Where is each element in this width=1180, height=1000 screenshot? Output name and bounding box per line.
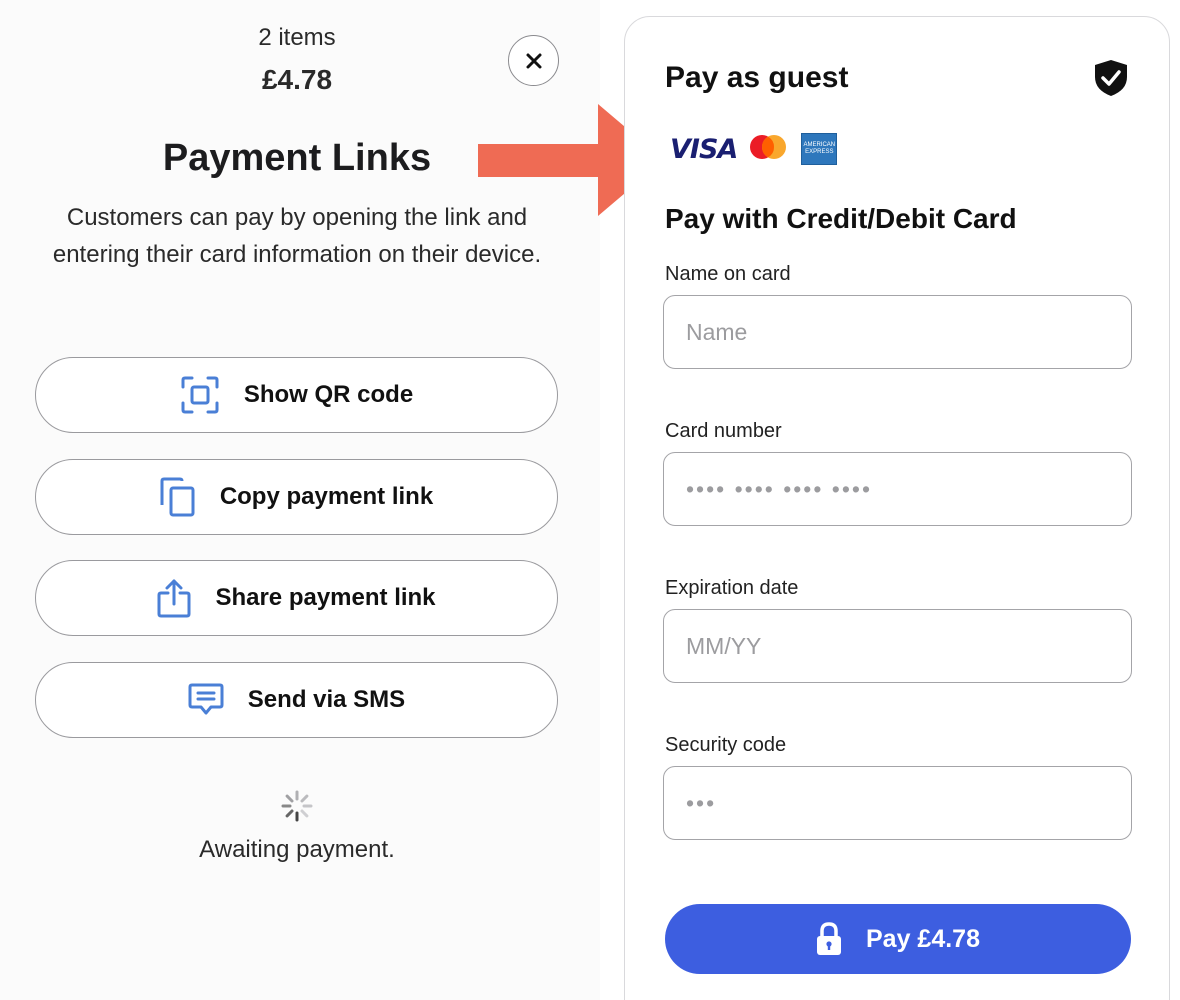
card-title: Pay as guest bbox=[665, 61, 849, 94]
expiration-date-input[interactable] bbox=[663, 609, 1132, 683]
send-via-sms-button[interactable]: Send via SMS bbox=[35, 662, 558, 738]
copy-payment-link-button[interactable]: Copy payment link bbox=[35, 459, 558, 535]
loading-spinner-icon bbox=[280, 789, 314, 828]
message-icon bbox=[188, 682, 224, 718]
guest-checkout-card: Pay as guest VISA AMERICAN EXPRESS Pay w… bbox=[624, 16, 1170, 1000]
visa-logo: VISA bbox=[670, 133, 738, 165]
close-icon bbox=[526, 53, 541, 68]
name-on-card-label: Name on card bbox=[665, 263, 791, 285]
qr-code-icon bbox=[180, 375, 220, 415]
share-payment-link-label: Share payment link bbox=[215, 584, 436, 611]
name-on-card-input[interactable] bbox=[663, 295, 1132, 369]
close-button[interactable] bbox=[508, 35, 559, 86]
show-qr-code-button[interactable]: Show QR code bbox=[35, 357, 558, 433]
show-qr-code-label: Show QR code bbox=[243, 381, 414, 408]
shield-check-icon bbox=[1093, 58, 1129, 103]
security-code-label: Security code bbox=[665, 734, 787, 756]
card-brands: VISA AMERICAN EXPRESS bbox=[670, 133, 838, 165]
card-number-input[interactable] bbox=[663, 452, 1132, 526]
copy-icon bbox=[160, 477, 196, 517]
card-number-label: Card number bbox=[665, 420, 782, 442]
total-amount: £4.78 bbox=[261, 64, 333, 95]
send-via-sms-label: Send via SMS bbox=[247, 686, 406, 713]
items-count: 2 items bbox=[258, 24, 336, 51]
amex-logo-text: AMERICAN EXPRESS bbox=[803, 142, 836, 155]
lock-icon bbox=[816, 922, 842, 956]
share-icon bbox=[157, 578, 191, 618]
copy-payment-link-label: Copy payment link bbox=[219, 483, 434, 510]
expiration-date-label: Expiration date bbox=[665, 577, 799, 599]
share-payment-link-button[interactable]: Share payment link bbox=[35, 560, 558, 636]
mastercard-logo-icon bbox=[749, 134, 787, 165]
pay-button-label: Pay £4.78 bbox=[866, 924, 980, 953]
panel-description: Customers can pay by opening the link an… bbox=[52, 204, 542, 268]
awaiting-payment-status: Awaiting payment. bbox=[199, 836, 395, 863]
pay-button[interactable]: Pay £4.78 bbox=[665, 904, 1131, 974]
section-title: Pay with Credit/Debit Card bbox=[665, 203, 1017, 234]
security-code-input[interactable] bbox=[663, 766, 1132, 840]
amex-logo: AMERICAN EXPRESS bbox=[801, 133, 838, 165]
